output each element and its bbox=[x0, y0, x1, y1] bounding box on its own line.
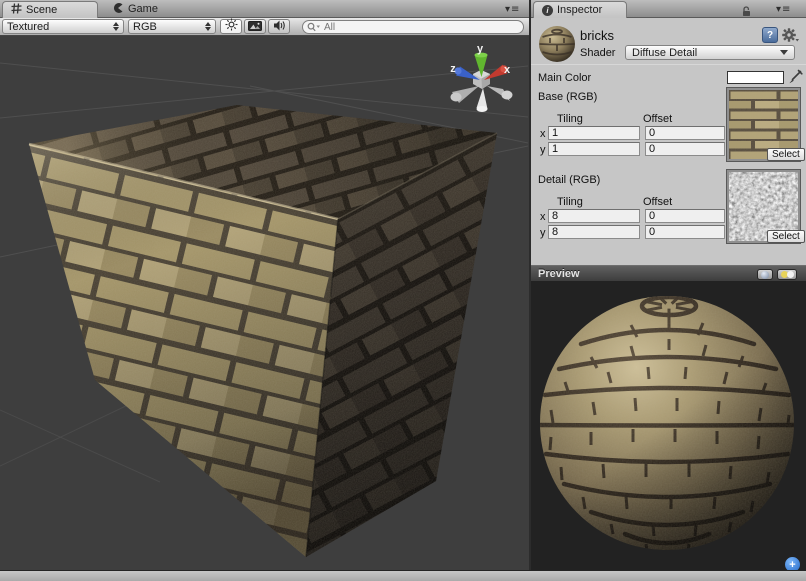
light-dots-icon bbox=[781, 271, 794, 279]
material-name: bricks bbox=[580, 28, 614, 43]
shader-label: Shader bbox=[580, 47, 615, 59]
search-input[interactable] bbox=[324, 22, 519, 33]
sun-icon bbox=[225, 18, 238, 36]
gizmo-x-label: x bbox=[504, 64, 511, 76]
main-color-label: Main Color bbox=[538, 72, 591, 84]
color-mode-dropdown[interactable]: RGB bbox=[128, 19, 216, 34]
tab-scene-label: Scene bbox=[26, 4, 57, 16]
inspector-pane-menu-icon[interactable]: ▾≡ bbox=[776, 4, 791, 15]
window-bottom-strip bbox=[0, 570, 806, 581]
color-mode-label: RGB bbox=[133, 21, 201, 33]
shader-dropdown[interactable]: Diffuse Detail bbox=[625, 45, 795, 60]
detail-tiling-x-field[interactable] bbox=[548, 209, 640, 223]
render-mode-dropdown[interactable]: Textured bbox=[2, 19, 124, 34]
scene-grid-icon bbox=[11, 3, 22, 17]
detail-offset-y-field[interactable] bbox=[645, 225, 725, 239]
inspector-pane: i Inspector ▾≡ bbox=[531, 0, 806, 265]
base-tiling-y-field[interactable] bbox=[548, 142, 640, 156]
inspector-tabbar: i Inspector ▾≡ bbox=[531, 0, 806, 18]
scene-toolbar: Textured RGB bbox=[0, 18, 529, 36]
gizmo-z-label: z bbox=[450, 63, 456, 75]
detail-x-label: x bbox=[540, 211, 546, 223]
preview-light-button[interactable] bbox=[777, 269, 797, 280]
preview-sphere-canvas bbox=[531, 282, 806, 570]
eyedropper-icon[interactable] bbox=[788, 69, 803, 90]
shader-value: Diffuse Detail bbox=[632, 47, 697, 59]
lock-icon[interactable] bbox=[741, 4, 752, 22]
tab-inspector-label: Inspector bbox=[557, 4, 602, 16]
base-offset-x-field[interactable] bbox=[645, 126, 725, 140]
base-tiling-label: Tiling bbox=[557, 113, 583, 125]
scene-viewport[interactable]: y x z bbox=[0, 36, 529, 570]
gizmo-y-label: y bbox=[477, 43, 484, 55]
detail-tiling-y-field[interactable] bbox=[548, 225, 640, 239]
unity-editor-window: { "scene": { "tabs": { "scene": "Scene",… bbox=[0, 0, 806, 581]
skybox-toggle-button[interactable] bbox=[244, 19, 266, 34]
scene-orientation-gizmo[interactable]: y x z bbox=[450, 43, 512, 112]
base-offset-label: Offset bbox=[643, 113, 672, 125]
search-icon bbox=[307, 22, 321, 32]
gear-icon[interactable] bbox=[782, 27, 799, 48]
base-x-label: x bbox=[540, 128, 546, 140]
game-icon bbox=[112, 2, 124, 17]
help-icon[interactable]: ? bbox=[762, 27, 778, 43]
detail-y-label: y bbox=[540, 227, 546, 239]
material-preview-thumbnail bbox=[538, 25, 576, 63]
preview-header[interactable]: Preview bbox=[531, 265, 806, 282]
detail-select-button[interactable]: Select bbox=[767, 230, 805, 243]
scene-search-field[interactable] bbox=[302, 20, 524, 34]
tab-scene[interactable]: Scene bbox=[2, 1, 98, 18]
tab-game-label: Game bbox=[128, 3, 158, 15]
preview-zoom-plus-button[interactable]: + bbox=[785, 557, 800, 570]
main-color-swatch[interactable] bbox=[727, 71, 784, 84]
brick-cube[interactable] bbox=[0, 86, 529, 570]
detail-section-title: Detail (RGB) bbox=[538, 174, 600, 186]
audio-toggle-button[interactable] bbox=[268, 19, 290, 34]
preview-title: Preview bbox=[538, 268, 580, 280]
image-icon bbox=[248, 18, 262, 36]
base-tiling-x-field[interactable] bbox=[548, 126, 640, 140]
base-select-button[interactable]: Select bbox=[767, 148, 805, 161]
base-section-title: Base (RGB) bbox=[538, 91, 597, 103]
speaker-icon bbox=[273, 18, 286, 36]
header-separator bbox=[531, 64, 806, 65]
info-icon: i bbox=[542, 5, 553, 16]
scene-3d-canvas: y x z bbox=[0, 36, 529, 570]
lighting-toggle-button[interactable] bbox=[220, 19, 242, 34]
render-mode-label: Textured bbox=[7, 21, 109, 33]
scene-pane-menu-icon[interactable]: ▾≡ bbox=[505, 4, 520, 15]
tab-inspector[interactable]: i Inspector bbox=[533, 1, 627, 18]
preview-model-button[interactable] bbox=[757, 269, 773, 280]
detail-tiling-label: Tiling bbox=[557, 196, 583, 208]
base-offset-y-field[interactable] bbox=[645, 142, 725, 156]
detail-offset-label: Offset bbox=[643, 196, 672, 208]
tab-game[interactable]: Game bbox=[106, 1, 166, 17]
preview-viewport[interactable]: + bbox=[531, 282, 806, 570]
sphere-icon bbox=[761, 271, 769, 279]
updown-arrows-icon bbox=[113, 22, 119, 31]
base-y-label: y bbox=[540, 144, 546, 156]
updown-arrows-icon bbox=[205, 22, 211, 31]
chevron-down-icon bbox=[780, 50, 788, 55]
scene-pane: Scene Game ▾≡ Textured RGB bbox=[0, 0, 529, 570]
detail-offset-x-field[interactable] bbox=[645, 209, 725, 223]
scene-tabbar: Scene Game ▾≡ bbox=[0, 0, 529, 18]
